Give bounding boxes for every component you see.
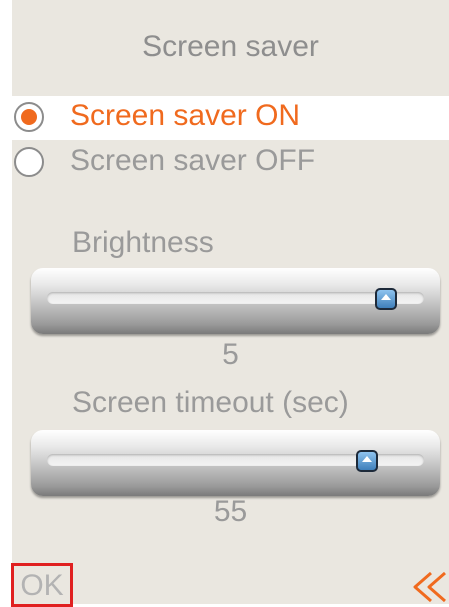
brightness-slider[interactable] (31, 268, 440, 334)
option-screen-saver-on[interactable]: Screen saver ON (12, 96, 449, 140)
up-arrow-icon (362, 456, 373, 462)
screen-timeout-label: Screen timeout (sec) (72, 386, 349, 419)
slider-thumb[interactable] (356, 450, 379, 472)
brightness-value: 5 (222, 338, 239, 371)
screen-timeout-value: 55 (213, 495, 248, 528)
radio-button-off[interactable] (14, 147, 44, 177)
up-arrow-icon (381, 294, 392, 300)
radio-button-on[interactable] (14, 102, 44, 132)
slider-track[interactable] (47, 292, 424, 304)
option-label: Screen saver OFF (70, 144, 316, 177)
page-title: Screen saver (142, 30, 319, 63)
double-chevron-left-icon[interactable] (411, 570, 449, 604)
screen-timeout-slider[interactable] (31, 430, 440, 496)
ok-button[interactable]: OK (11, 563, 73, 607)
screen-saver-screen: Screen saver Screen saver ON Screen save… (0, 0, 449, 607)
brightness-label: Brightness (72, 226, 214, 259)
option-screen-saver-off[interactable]: Screen saver OFF (12, 141, 449, 185)
radio-selected-dot (21, 109, 37, 125)
option-label: Screen saver ON (70, 99, 301, 132)
slider-thumb[interactable] (375, 288, 398, 310)
left-edge-strip (0, 0, 12, 604)
